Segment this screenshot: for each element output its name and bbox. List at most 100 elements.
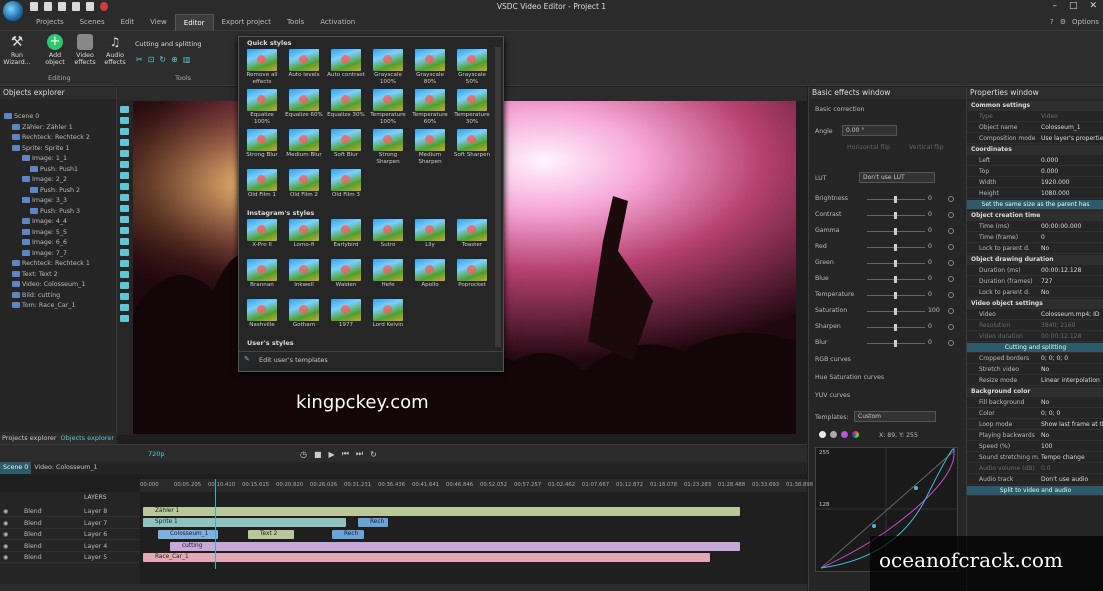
menu-editor[interactable]: Editor [174,13,214,31]
tool-icon[interactable] [120,293,129,300]
tree-item[interactable]: Bild: cutting [12,291,60,299]
tree-item[interactable]: Rechteck: Rechteck 2 [12,134,90,141]
effect-item[interactable]: 1977 [326,299,366,329]
property-value[interactable]: No [1041,431,1103,441]
effect-item[interactable]: Medium Sharpen [410,129,450,165]
menu-scenes[interactable]: Scenes [72,14,113,31]
templates-select[interactable]: Custom [854,411,936,422]
tool-icon[interactable] [120,161,129,168]
reset-icon[interactable] [948,260,954,266]
property-row[interactable]: Stretch video No [967,365,1103,375]
reset-icon[interactable] [948,244,954,250]
property-row[interactable]: Loop mode Show last frame at the [967,420,1103,430]
chart-icon[interactable]: ▥ [183,55,191,64]
property-value[interactable]: 00:00:12.128 [1041,266,1103,276]
angle-input[interactable]: 0.00 ° [842,125,897,136]
property-value[interactable]: Video [1041,112,1103,122]
tree-item[interactable]: Scene 0 [4,113,39,120]
slider-knob[interactable] [894,260,897,267]
property-row[interactable]: Sound stretching m. Tempo change [967,453,1103,463]
property-value[interactable]: 0.0 [1041,464,1103,474]
property-row[interactable]: Time (frame) 0 [967,233,1103,243]
slider-knob[interactable] [894,228,897,235]
lut-select[interactable]: Don't use LUT [859,172,935,183]
property-row[interactable]: Object name Colosseum_1 [967,123,1103,133]
app-logo-icon[interactable] [3,1,23,21]
property-value[interactable]: No [1041,244,1103,254]
menu-activation[interactable]: Activation [312,14,363,31]
options-gear-icon[interactable]: ⚙ [1060,18,1066,26]
effect-item[interactable]: Lord Kelvin [368,299,408,329]
property-row[interactable]: Video Colosseum.mp4; ID [967,310,1103,320]
effect-item[interactable]: Old Film 3 [326,169,366,199]
tool-icon[interactable] [120,260,129,267]
tool-icon[interactable] [120,238,129,245]
effect-item[interactable]: Temperature 100% [368,89,408,125]
effect-item[interactable]: Old Film 1 [242,169,282,199]
slider-track[interactable] [867,244,925,251]
horizontal-flip-checkbox[interactable]: Horizontal flip [847,144,890,151]
close-icon[interactable]: ✕ [1089,1,1097,11]
property-value[interactable]: 0; 0; 0; 0 [1041,354,1103,364]
tab-objects-explorer[interactable]: Objects explorer [59,434,116,442]
effect-item[interactable]: Old Film 2 [284,169,324,199]
run-wizard-button[interactable]: ⚒ Run Wizard... [2,34,32,66]
tool-icon[interactable] [120,183,129,190]
property-value[interactable]: 00:00:12.128 [1041,332,1103,342]
reset-icon[interactable] [948,324,954,330]
slider-track[interactable] [867,228,925,235]
property-value[interactable]: No [1041,365,1103,375]
stop-icon[interactable]: ■ [314,450,322,459]
loop-icon[interactable]: ↻ [370,450,377,459]
layer-row[interactable]: ◉ Blend Layer 8 [0,506,140,517]
slider-knob[interactable] [894,292,897,299]
property-row[interactable]: Audio track Don't use audio [967,475,1103,485]
tree-item[interactable]: Video: Colosseum_1 [12,281,85,288]
effect-item[interactable]: Temperature 30% [452,89,492,125]
luma-channel-icon[interactable] [830,431,837,438]
tool-icon[interactable] [120,271,129,278]
tool-icon[interactable] [120,249,129,256]
tool-icon[interactable] [120,150,129,157]
reset-icon[interactable] [948,212,954,218]
color-channel-icon[interactable] [841,431,848,438]
effect-item[interactable]: Poprocket [452,259,492,289]
blend-select[interactable]: Blend [24,529,42,540]
effect-item[interactable]: X-Pro II [242,219,282,249]
slider-track[interactable] [867,308,925,315]
property-value[interactable]: 0; 0; 0 [1041,409,1103,419]
property-value[interactable]: Colosseum_1 [1041,123,1103,133]
playhead[interactable] [215,479,216,569]
menu-tools[interactable]: Tools [279,14,312,31]
tree-item[interactable]: Image: 7_7 [22,249,67,257]
basic-correction-header[interactable]: Basic correction [815,106,864,113]
cutting-splitting-button[interactable]: Cutting and splitting [135,40,201,48]
blend-select[interactable]: Blend [24,541,42,552]
tool-icon[interactable] [120,172,129,179]
layer-row[interactable]: ◉ Blend Layer 7 [0,518,140,529]
effect-item[interactable]: Equalize 60% [284,89,324,119]
property-value[interactable]: 0 [1041,233,1103,243]
menu-export-project[interactable]: Export project [214,14,279,31]
layer-row[interactable]: ◉ Blend Layer 5 [0,552,140,563]
eye-icon[interactable]: ◉ [3,552,8,563]
effect-item[interactable]: Equalize 100% [242,89,282,125]
tool-icon[interactable] [120,216,129,223]
property-row[interactable]: Cutting and splitting [967,343,1103,353]
reset-icon[interactable] [948,276,954,282]
property-row[interactable]: Fill background No [967,398,1103,408]
property-value[interactable]: 0.000 [1041,167,1103,177]
options-label[interactable]: Options [1072,18,1099,26]
tab-projects-explorer[interactable]: Projects explorer [0,434,59,442]
slider-track[interactable] [867,324,925,331]
slider-knob[interactable] [894,324,897,331]
tree-item[interactable]: Rechteck: Rechteck 1 [12,260,90,267]
property-value[interactable]: 0.000 [1041,156,1103,166]
property-value[interactable]: No [1041,398,1103,408]
rgb-channel-icon[interactable] [852,431,859,438]
effect-item[interactable]: Apollo [410,259,450,289]
clip-zahler[interactable]: Zähler 1 [143,507,740,516]
timeline-tracks[interactable]: Zähler 1 Sprite 1 Rech Colosseum_1 Text … [140,492,807,591]
effect-item[interactable]: Sutro [368,219,408,249]
tree-item[interactable]: Image: 2_2 [22,176,67,183]
